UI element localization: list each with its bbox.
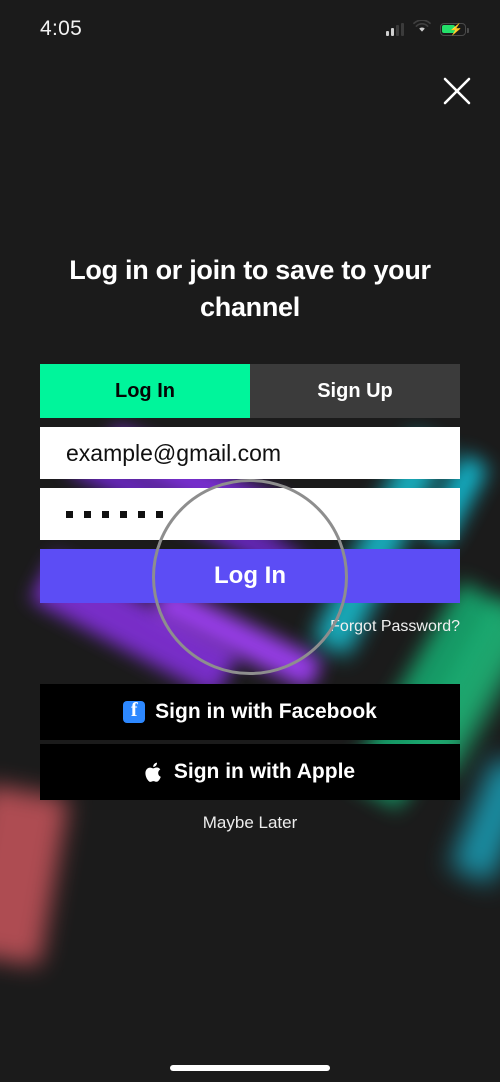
cellular-signal-icon — [386, 22, 404, 36]
login-sheet: Log in or join to save to your channel L… — [0, 0, 500, 1082]
facebook-button-label: Sign in with Facebook — [155, 700, 377, 723]
wifi-icon — [413, 19, 431, 38]
status-bar-time: 4:05 — [40, 17, 83, 40]
sign-in-with-apple-button[interactable]: Sign in with Apple — [40, 744, 460, 800]
forgot-password-link[interactable]: Forgot Password? — [330, 618, 460, 636]
apple-icon — [145, 761, 164, 784]
password-field-masked-value — [66, 510, 163, 518]
close-button[interactable] — [437, 71, 477, 111]
home-indicator — [170, 1065, 330, 1071]
password-field[interactable] — [40, 488, 460, 540]
apple-button-label: Sign in with Apple — [173, 760, 356, 783]
battery-charging-icon: ⚡ — [440, 22, 469, 36]
email-field-value: example@gmail.com — [66, 439, 282, 466]
auth-tabs: Log In Sign Up — [40, 364, 460, 418]
status-bar: 4:05 ⚡ — [0, 0, 500, 58]
login-button[interactable]: Log In — [40, 549, 460, 603]
tab-log-in[interactable]: Log In — [40, 364, 250, 418]
sign-in-with-facebook-button[interactable]: Sign in with Facebook — [40, 684, 460, 740]
email-field[interactable]: example@gmail.com — [40, 427, 460, 479]
maybe-later-link[interactable]: Maybe Later — [0, 813, 500, 833]
page-title: Log in or join to save to your channel — [69, 255, 431, 322]
facebook-icon — [123, 699, 146, 723]
status-bar-icons: ⚡ — [386, 19, 469, 38]
close-icon — [443, 77, 471, 105]
phone-screen: 4:05 ⚡ Log in or join to save to your ch… — [0, 0, 500, 1082]
tab-sign-up[interactable]: Sign Up — [250, 364, 460, 418]
